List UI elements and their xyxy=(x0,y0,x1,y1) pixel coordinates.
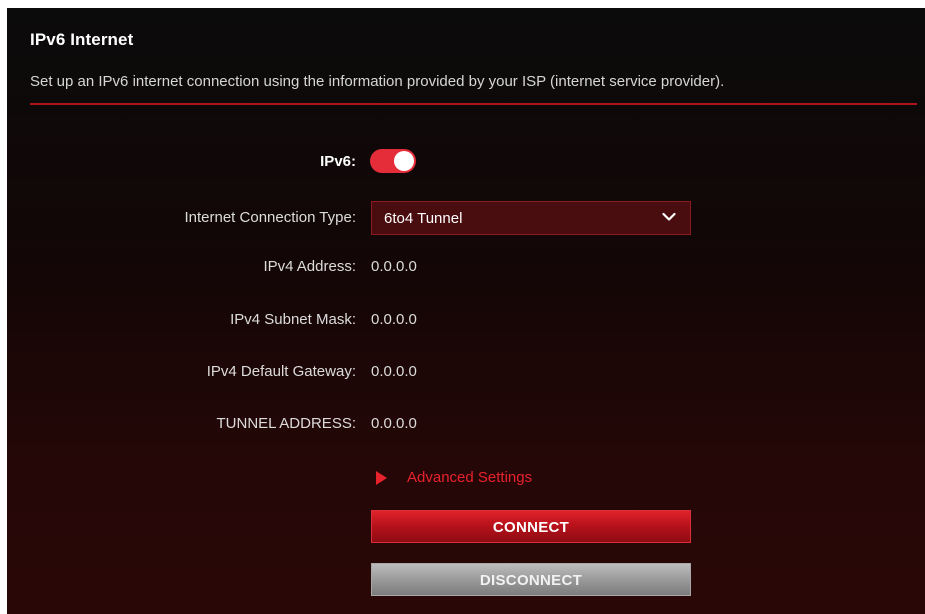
ipv6-internet-panel: IPv6 Internet Set up an IPv6 internet co… xyxy=(7,8,925,614)
ipv4-address-label: IPv4 Address: xyxy=(263,258,356,275)
toggle-knob xyxy=(394,151,414,171)
ipv6-toggle[interactable] xyxy=(370,149,416,173)
connection-type-value: 6to4 Tunnel xyxy=(384,210,463,227)
disconnect-button[interactable]: DISCONNECT xyxy=(371,563,691,596)
ipv4-address-value: 0.0.0.0 xyxy=(371,258,417,275)
tunnel-address-label: TUNNEL ADDRESS: xyxy=(216,415,356,432)
ipv4-default-gateway-value: 0.0.0.0 xyxy=(371,363,417,380)
tunnel-address-value: 0.0.0.0 xyxy=(371,415,417,432)
section-title: IPv6 Internet xyxy=(30,30,134,49)
connect-button[interactable]: CONNECT xyxy=(371,510,691,543)
advanced-settings-label: Advanced Settings xyxy=(407,469,533,486)
connection-type-select[interactable]: 6to4 Tunnel xyxy=(371,201,691,235)
divider xyxy=(30,103,917,105)
ipv6-label: IPv6: xyxy=(320,153,356,170)
ipv4-default-gateway-label: IPv4 Default Gateway: xyxy=(206,363,356,380)
chevron-down-icon xyxy=(662,212,676,221)
ipv4-subnet-mask-value: 0.0.0.0 xyxy=(371,311,417,328)
section-description: Set up an IPv6 internet connection using… xyxy=(30,73,725,90)
connection-type-label: Internet Connection Type: xyxy=(184,209,356,226)
caret-right-icon xyxy=(376,471,387,485)
ipv4-subnet-mask-label: IPv4 Subnet Mask: xyxy=(230,311,356,328)
